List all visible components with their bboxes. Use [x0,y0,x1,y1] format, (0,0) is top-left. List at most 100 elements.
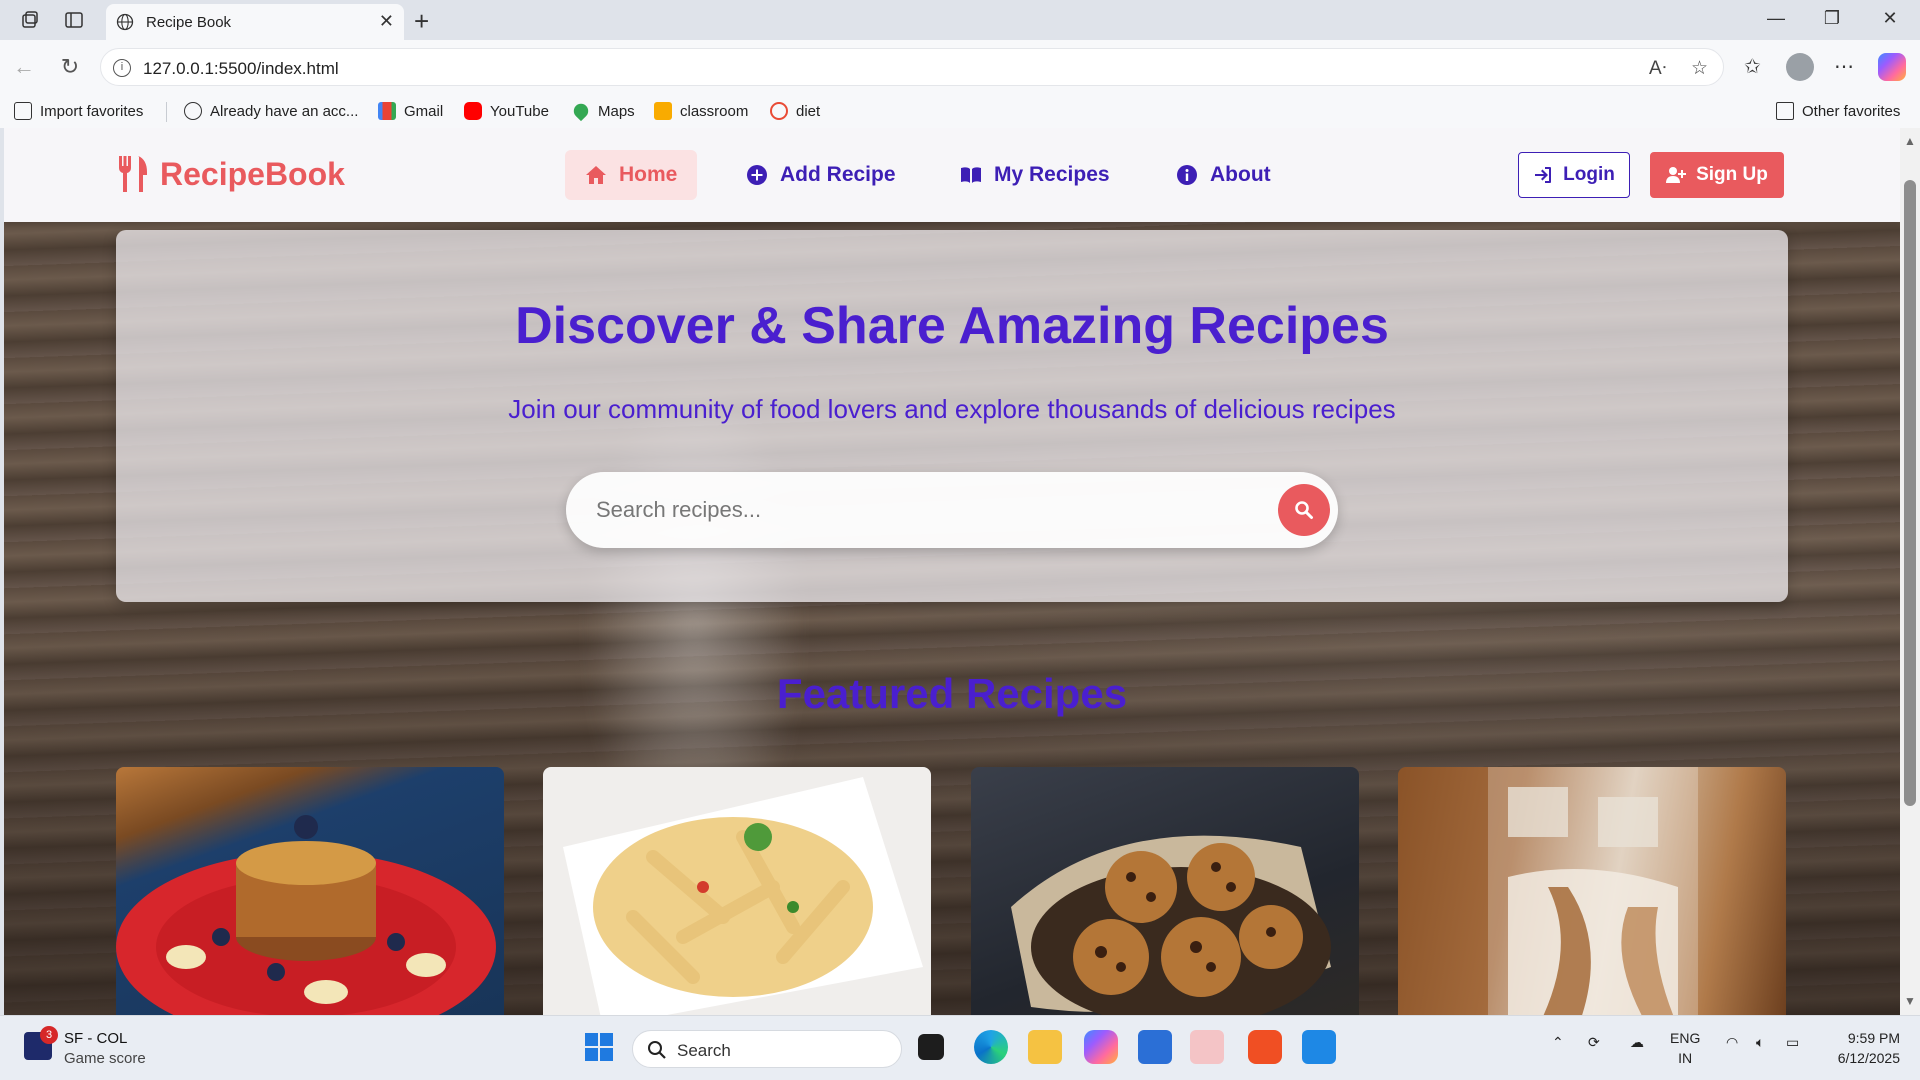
workspaces-icon[interactable] [20,10,40,30]
brave-icon[interactable] [1248,1030,1282,1064]
edge-icon[interactable] [974,1030,1008,1064]
favorites-bar: Import favorites Already have an acc... … [0,94,1920,128]
import-icon [14,102,32,120]
search-icon [648,1041,666,1059]
close-tab-icon[interactable]: ✕ [379,11,394,32]
hero-subtitle: Join our community of food lovers and ex… [508,394,1396,424]
address-row: ← ↻ i 127.0.0.1:5500/index.html Aᐧ ☆ ✩ ⋯ [0,40,1920,94]
window-close-icon[interactable]: ✕ [1878,8,1902,29]
recipe-card[interactable] [543,767,931,1015]
refresh-icon[interactable]: ↻ [58,55,82,79]
info-icon [1177,165,1197,185]
featured-heading: Featured Recipes [776,670,1128,717]
other-favorites[interactable]: Other favorites [1776,102,1900,120]
recipe-card[interactable] [971,767,1359,1015]
file-explorer-icon[interactable] [1028,1030,1062,1064]
login-button[interactable]: Login [1518,152,1630,198]
favorite-item[interactable]: YouTube [464,102,549,120]
folder-icon [1776,102,1794,120]
minimize-icon[interactable]: — [1764,8,1788,29]
nav-add-recipe[interactable]: Add Recipe [746,150,896,200]
pasta-image [563,777,923,1015]
book-icon [961,167,981,183]
favorite-item[interactable]: Gmail [378,102,443,120]
opera-icon[interactable] [1190,1030,1224,1064]
login-label: Login [1563,164,1615,185]
site-navbar: RecipeBook Home Add Recipe My Recipes Ab… [4,128,1900,222]
search-bar [566,472,1338,548]
page-viewport: RecipeBook Home Add Recipe My Recipes Ab… [4,128,1900,1015]
search-input[interactable] [596,490,1236,530]
lang-region: IN [1678,1050,1693,1066]
globe-icon [184,102,202,120]
copilot-icon[interactable] [1878,53,1906,81]
scroll-up-icon[interactable]: ▲ [1904,134,1916,148]
nav-label: Add Recipe [780,163,896,186]
search-button[interactable] [1278,484,1330,536]
browser-tab-bar: Recipe Book ✕ + — ❐ ✕ [0,0,1920,40]
nav-my-recipes[interactable]: My Recipes [960,150,1110,200]
signup-label: Sign Up [1696,164,1768,185]
user-plus-icon [1666,167,1687,183]
wifi-icon[interactable]: ◠ [1726,1034,1738,1051]
address-bar[interactable]: i 127.0.0.1:5500/index.html Aᐧ ☆ [100,48,1724,86]
favorite-item[interactable]: classroom [654,102,748,120]
nav-label: My Recipes [994,163,1110,186]
vscode-icon[interactable] [1302,1030,1336,1064]
nav-about[interactable]: About [1176,150,1271,200]
taskbar-search[interactable]: Search [632,1030,902,1068]
home-icon [586,166,606,184]
hero-title: Discover & Share Amazing Recipes [515,297,1389,355]
logo-text: RecipeBook [160,155,345,192]
battery-icon[interactable]: ▭ [1786,1034,1799,1051]
favorites-icon[interactable]: ✩ [1744,54,1761,79]
windows-start-icon[interactable] [582,1030,616,1064]
site-info-icon[interactable]: i [113,59,131,77]
globe-icon [116,13,134,31]
nav-home[interactable]: Home [565,150,698,200]
favorite-item[interactable]: Import favorites [14,102,143,120]
onedrive-icon[interactable]: ☁ [1630,1034,1644,1051]
restore-icon[interactable]: ❐ [1820,8,1844,29]
diet-icon [770,102,788,120]
more-options-icon[interactable]: ⋯ [1834,54,1854,79]
favorite-star-icon[interactable]: ☆ [1691,57,1708,80]
hero-section: Discover & Share Amazing Recipes Join ou… [116,230,1788,602]
classroom-icon [654,102,672,120]
widget-title: SF - COL [64,1030,128,1047]
signup-button[interactable]: Sign Up [1650,152,1784,198]
scrollbar-thumb[interactable] [1904,180,1916,806]
gmail-icon [378,102,396,120]
favorite-item[interactable]: diet [770,102,820,120]
scroll-down-icon[interactable]: ▼ [1904,994,1916,1008]
show-hidden-icons[interactable]: ⌃ [1552,1034,1564,1051]
browser-tab[interactable]: Recipe Book ✕ [106,4,404,40]
store-icon[interactable] [1138,1030,1172,1064]
profile-avatar[interactable] [1786,53,1814,81]
lang-code: ENG [1670,1030,1701,1046]
new-tab-icon[interactable]: + [414,6,429,37]
read-aloud-icon[interactable]: Aᐧ [1649,57,1667,80]
recipe-card[interactable] [1398,767,1786,1015]
clock[interactable]: 9:59 PM 6/12/2025 [1820,1028,1900,1068]
plus-circle-icon [747,165,767,185]
favorite-item[interactable]: Already have an acc... [184,102,358,120]
vertical-tabs-icon[interactable] [64,10,84,30]
pancakes-image [116,815,496,1015]
url-text[interactable]: 127.0.0.1:5500/index.html [143,59,339,79]
back-icon[interactable]: ← [12,55,36,79]
language-indicator[interactable]: ENG IN [1670,1028,1700,1068]
notification-badge: 3 [40,1026,58,1044]
nav-label: Home [619,163,678,186]
volume-icon[interactable]: 🔈︎ [1756,1034,1764,1051]
iced-coffee-image [1488,767,1698,1015]
sync-icon[interactable]: ⟳ [1588,1034,1600,1051]
site-logo[interactable]: RecipeBook [116,152,345,196]
taskbar: 3 SF - COL Game score Search ⌃ ⟳ ☁ ENG I… [0,1015,1920,1080]
favorite-item[interactable]: Maps [570,100,635,122]
task-view-icon[interactable] [918,1034,944,1060]
search-icon [1295,501,1313,519]
sign-in-icon [1535,167,1552,183]
recipe-card[interactable] [116,767,504,1015]
copilot-app-icon[interactable] [1084,1030,1118,1064]
